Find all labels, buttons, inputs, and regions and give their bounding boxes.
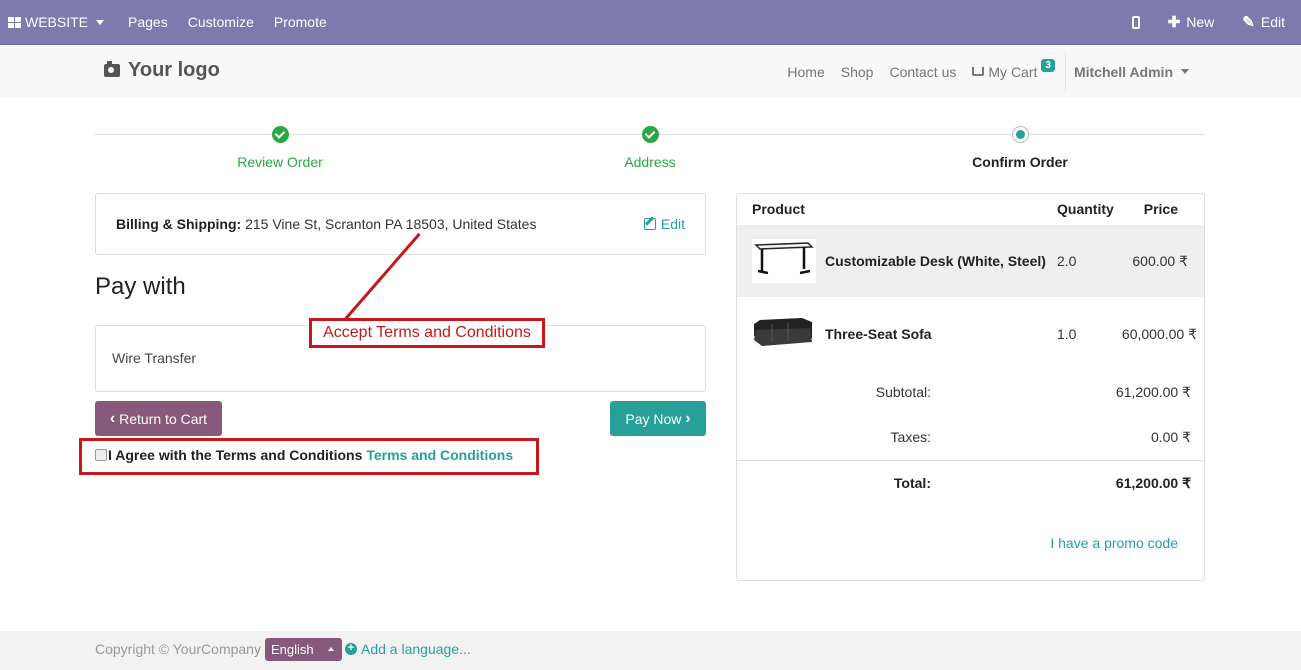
return-to-cart-label: Return to Cart [119,410,208,427]
pencil-icon: ✎ [1242,14,1255,31]
step-address[interactable]: Address [465,122,835,170]
cart-count-badge: 3 [1041,59,1055,72]
admin-top-bar: WEBSITE Pages Customize Promote ✚ New ✎ … [0,0,1301,44]
mobile-preview-button[interactable] [1122,0,1158,44]
summary-line: Customizable Desk (White, Steel) 2.0 600… [737,225,1204,297]
shopping-cart-icon [972,67,985,76]
site-logo[interactable]: Your logo [104,59,220,82]
product-name[interactable]: Three-Seat Sofa [825,326,932,342]
edit-button[interactable]: ✎ Edit [1232,0,1295,44]
product-price: 60,000.00 ₹ [1121,326,1197,342]
summary-header: Product Quantity Price [737,194,1204,225]
website-menu[interactable]: WEBSITE [0,0,114,44]
order-summary: Product Quantity Price Customizable Desk… [736,193,1205,581]
promo-code-link[interactable]: I have a promo code [1050,535,1178,551]
cart-label: My Cart [988,63,1038,80]
pay-now-button[interactable]: Pay Now › [610,401,706,436]
camera-icon [104,61,120,77]
col-product: Product [752,201,805,217]
subtotal-label: Subtotal: [875,384,931,400]
product-price: 600.00 ₹ [1132,253,1188,269]
chevron-left-icon: ‹ [109,409,116,427]
edit-button-label: Edit [1260,14,1285,30]
taxes-label: Taxes: [890,429,931,445]
check-circle-icon [641,126,659,143]
chevron-up-icon [327,647,334,651]
menu-pages[interactable]: Pages [114,0,178,44]
checkout-progress: Review Order Address Confirm Order [95,122,1205,172]
chevron-right-icon: › [685,409,691,427]
product-qty: 1.0 [1057,326,1077,342]
sofa-thumbnail [752,312,816,356]
user-menu[interactable]: Mitchell Admin [1066,64,1197,80]
total-value: 61,200.00 ₹ [1115,475,1191,491]
subtotal-value: 61,200.00 ₹ [1115,384,1191,400]
step-confirm-order: Confirm Order [835,122,1205,170]
nav-my-cart[interactable]: My Cart 3 [964,59,1063,80]
summary-line: Three-Seat Sofa 1.0 60,000.00 ₹ [737,298,1204,370]
website-menu-label: WEBSITE [25,14,89,30]
annotation-label: Accept Terms and Conditions [309,318,545,348]
edit-address-label: Edit [660,216,685,232]
total-divider [737,460,1204,461]
nav-shop[interactable]: Shop [833,64,882,80]
check-circle-icon [271,126,289,143]
new-button-label: New [1186,14,1215,30]
user-name: Mitchell Admin [1073,63,1173,80]
language-selector[interactable]: English [265,638,342,661]
menu-promote[interactable]: Promote [264,0,337,44]
new-button[interactable]: ✚ New [1158,0,1233,44]
site-header: Your logo Home Shop Contact us My Cart 3… [0,44,1301,98]
logo-text: Your logo [128,59,220,81]
step-label: Review Order [237,154,323,170]
billing-address: 215 Vine St, Scranton PA 18503, United S… [245,216,537,232]
nav-contact-us[interactable]: Contact us [881,64,964,80]
add-language-label: Add a language... [361,641,471,657]
step-label: Address [624,154,676,170]
product-name[interactable]: Customizable Desk (White, Steel) [825,253,1046,269]
taxes-value: 0.00 ₹ [1150,429,1191,445]
site-footer: Copyright © YourCompany English + Add a … [0,631,1301,670]
copyright-text: Copyright © YourCompany [95,641,261,657]
product-qty: 2.0 [1057,253,1077,269]
main-nav: Home Shop Contact us My Cart 3 Mitchell … [779,45,1197,98]
nav-home[interactable]: Home [779,64,832,80]
payment-option-label: Wire Transfer [112,350,197,366]
billing-shipping-card: Billing & Shipping: 215 Vine St, Scranto… [95,193,706,255]
plus-circle-icon: + [345,643,357,655]
pay-with-heading: Pay with [95,273,186,300]
add-language-link[interactable]: + Add a language... [345,641,471,657]
step-review-order[interactable]: Review Order [95,122,465,170]
mobile-phone-icon [1131,15,1140,29]
desk-thumbnail [752,239,816,283]
chevron-down-icon [1181,69,1189,74]
edit-address-link[interactable]: Edit [643,216,685,232]
plus-icon: ✚ [1167,14,1181,31]
current-step-icon [1011,126,1029,143]
col-price: Price [1143,201,1178,217]
language-label: English [271,642,314,657]
chevron-down-icon [96,19,105,25]
annotation-highlight-box [79,438,539,475]
billing-label: Billing & Shipping: [116,216,242,232]
return-to-cart-button[interactable]: ‹ Return to Cart [95,401,222,436]
edit-square-icon [643,218,656,230]
step-label: Confirm Order [972,154,1068,170]
menu-customize[interactable]: Customize [178,0,264,44]
total-label: Total: [893,475,931,491]
col-quantity: Quantity [1057,201,1114,217]
pay-now-label: Pay Now [625,410,682,427]
apps-grid-icon [8,16,21,28]
